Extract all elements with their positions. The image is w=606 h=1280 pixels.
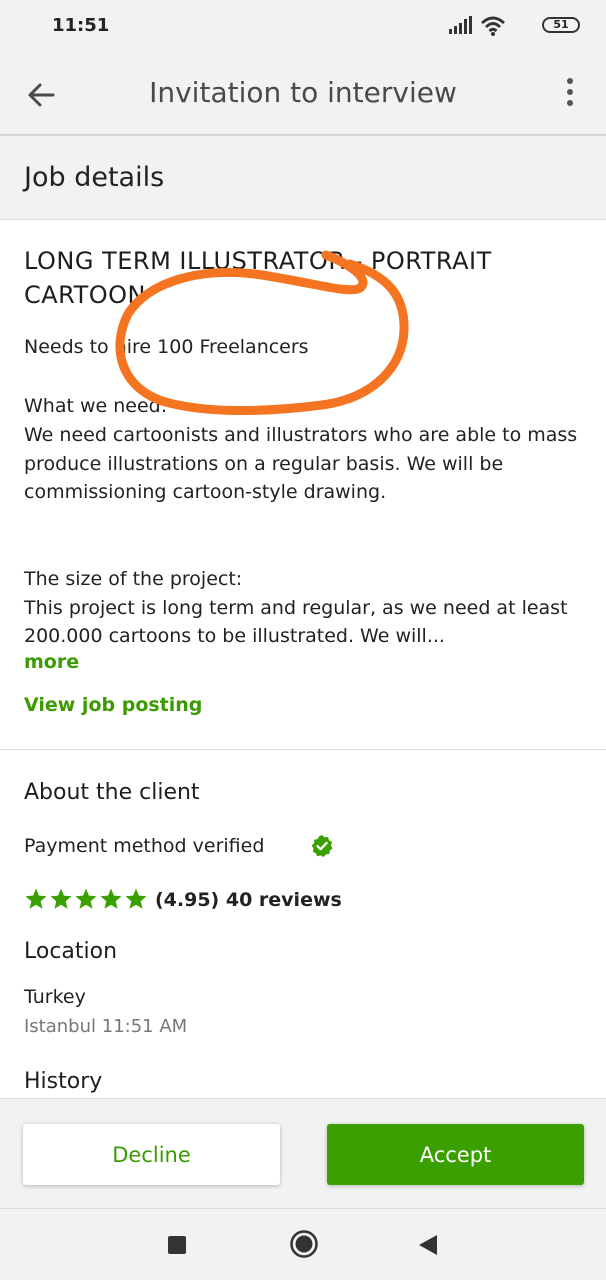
- page-title: Invitation to interview: [149, 76, 457, 109]
- star-icon: [125, 888, 147, 909]
- star-icon: [25, 888, 47, 909]
- nav-recents-icon[interactable]: [168, 1236, 186, 1254]
- section-header-job-details: Job details: [0, 136, 606, 220]
- payment-verified-text: Payment method verified: [24, 835, 265, 857]
- more-vertical-icon[interactable]: [560, 78, 580, 112]
- app-bar: Invitation to interview: [0, 54, 606, 136]
- status-time: 11:51: [52, 15, 110, 36]
- wifi-icon: [481, 16, 505, 36]
- more-link[interactable]: more: [24, 651, 79, 673]
- star-icon: [75, 888, 97, 909]
- nav-home-icon[interactable]: [289, 1229, 319, 1259]
- divider: [0, 749, 606, 750]
- location-title: Location: [24, 939, 118, 964]
- view-job-posting-link[interactable]: View job posting: [24, 694, 202, 716]
- location-city-time: Istanbul 11:51 AM: [24, 1016, 188, 1037]
- about-client-title: About the client: [24, 780, 200, 805]
- verified-check-icon: [311, 835, 333, 857]
- battery-icon: 51: [542, 17, 580, 33]
- history-title: History: [24, 1069, 103, 1094]
- status-bar: 11:51 51: [0, 0, 606, 54]
- system-nav-bar: [0, 1208, 606, 1280]
- star-icon: [100, 888, 122, 909]
- signal-icon: [449, 16, 472, 34]
- star-icon: [50, 888, 72, 909]
- action-bar: Decline Accept: [0, 1098, 606, 1208]
- job-description: What we need: We need cartoonists and il…: [24, 395, 578, 648]
- decline-button[interactable]: Decline: [23, 1124, 280, 1185]
- location-country: Turkey: [24, 986, 86, 1008]
- rating-reviews-text: (4.95) 40 reviews: [155, 889, 342, 911]
- accept-button[interactable]: Accept: [327, 1124, 584, 1185]
- job-title: LONG TERM ILLUSTRATOR - PORTRAIT CARTOON: [24, 247, 492, 309]
- status-icons: 51: [430, 16, 580, 36]
- star-rating: [24, 887, 148, 913]
- section-title: Job details: [24, 162, 165, 193]
- hire-count-text: Needs to hire 100 Freelancers: [24, 336, 309, 358]
- nav-back-icon[interactable]: [417, 1233, 439, 1257]
